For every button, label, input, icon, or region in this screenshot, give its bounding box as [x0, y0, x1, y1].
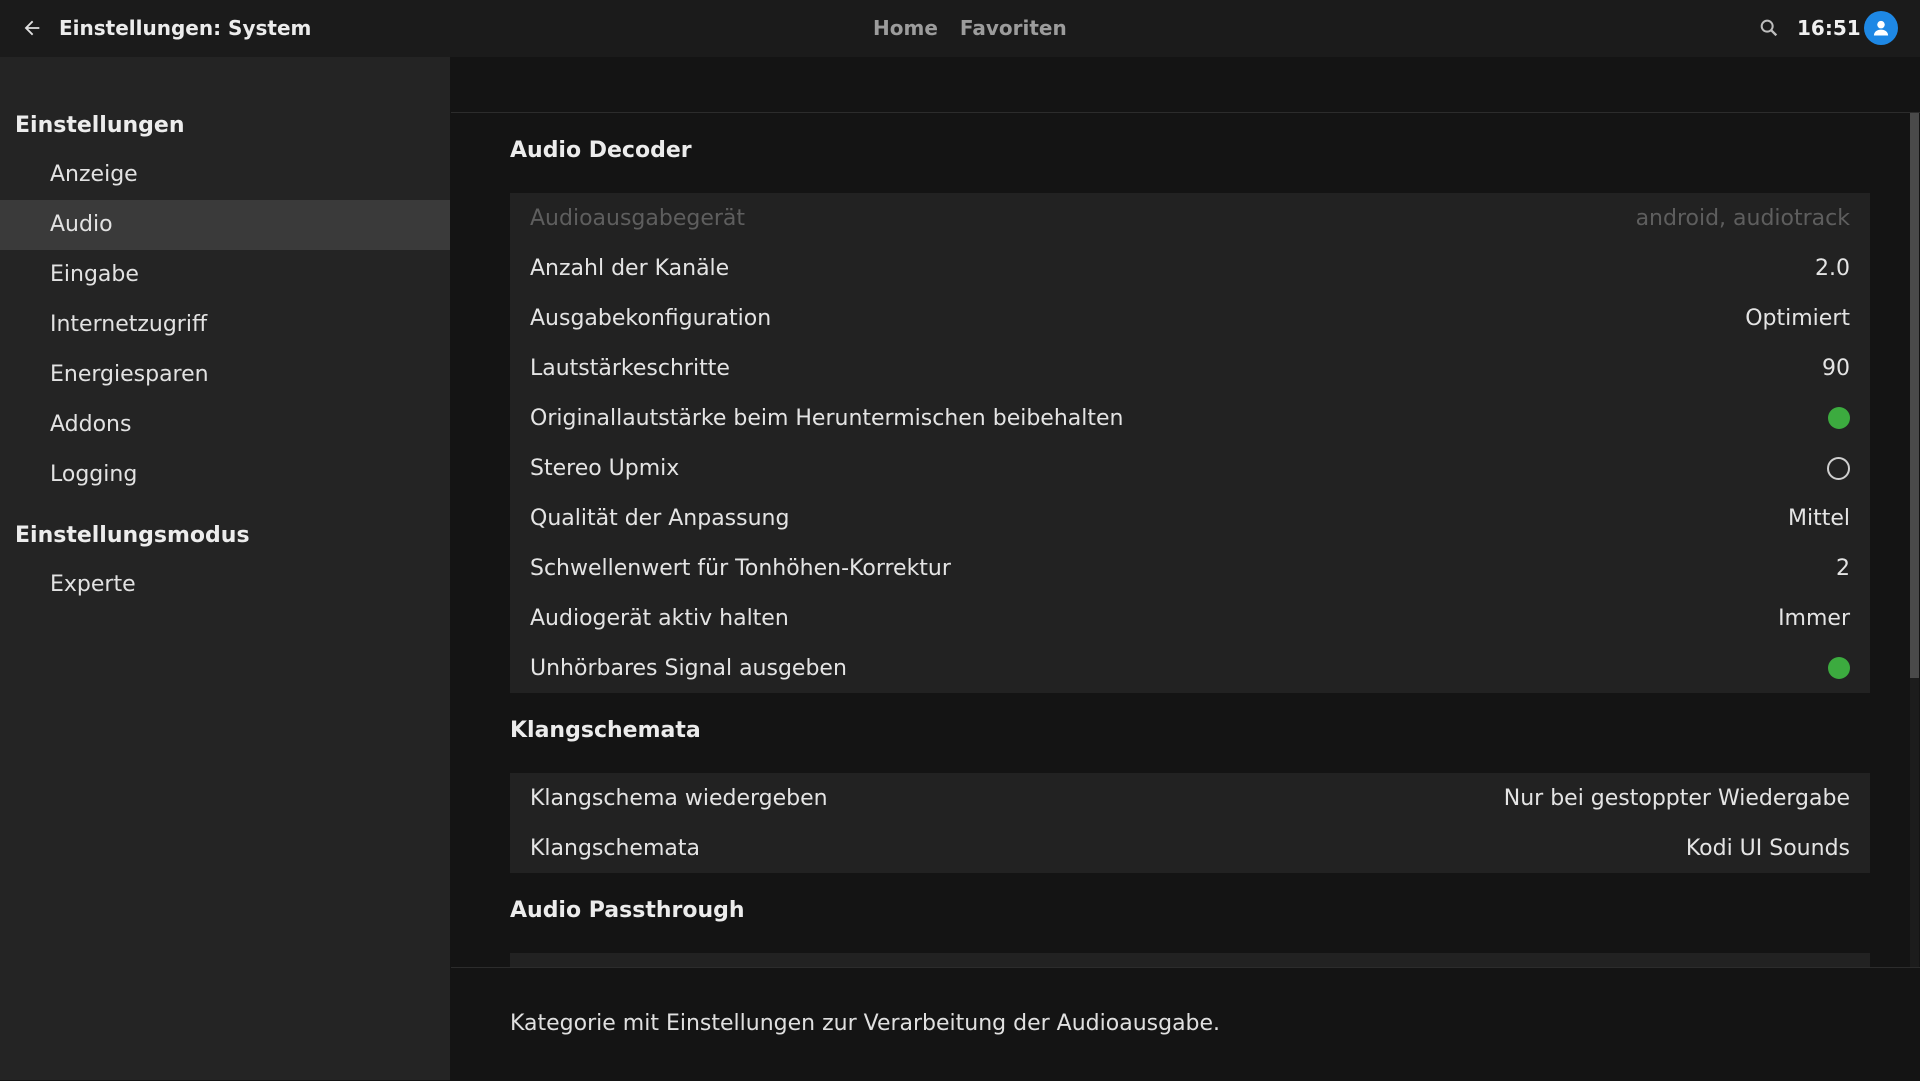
sidebar-item-label: Addons — [50, 412, 132, 437]
back-button[interactable] — [18, 14, 46, 42]
toggle-on-icon[interactable] — [1828, 407, 1850, 429]
setting-value: 2.0 — [1815, 255, 1850, 281]
setting-label: Originallautstärke beim Heruntermischen … — [530, 405, 1124, 431]
setting-row-keep-original-volume[interactable]: Originallautstärke beim Heruntermischen … — [510, 393, 1870, 443]
top-bar: Einstellungen: System Home Favoriten 16:… — [0, 0, 1920, 57]
setting-label: Klangschemata — [530, 835, 700, 861]
settings-panel-klangschemata: Klangschema wiedergeben Nur bei gestoppt… — [510, 773, 1870, 873]
search-button[interactable] — [1758, 17, 1780, 39]
sidebar-item-label: Energiesparen — [50, 362, 209, 387]
sidebar-item-internetzugriff[interactable]: Internetzugriff — [0, 300, 450, 350]
sidebar-item-energiesparen[interactable]: Energiesparen — [0, 350, 450, 400]
setting-label: Ausgabekonfiguration — [530, 305, 772, 331]
setting-row-volume-steps[interactable]: Lautstärkeschritte 90 — [510, 343, 1870, 393]
setting-row-sound-scheme[interactable]: Klangschemata Kodi UI Sounds — [510, 823, 1870, 873]
sidebar-item-label: Audio — [50, 212, 113, 237]
sidebar-group-settings: Einstellungen — [15, 113, 185, 138]
sidebar-item-logging[interactable]: Logging — [0, 450, 450, 500]
setting-label: Lautstärkeschritte — [530, 355, 730, 381]
setting-row-keep-device-alive[interactable]: Audiogerät aktiv halten Immer — [510, 593, 1870, 643]
setting-row-audio-output-device: Audioausgabegerät android, audiotrack — [510, 193, 1870, 243]
sidebar-item-anzeige[interactable]: Anzeige — [0, 150, 450, 200]
setting-value: Nur bei gestoppter Wiedergabe — [1503, 785, 1850, 811]
sidebar-item-label: Logging — [50, 462, 138, 487]
avatar[interactable] — [1864, 11, 1898, 45]
sidebar-item-label: Experte — [50, 572, 136, 597]
setting-label: Unhörbares Signal ausgeben — [530, 655, 847, 681]
clock: 16:51 — [1797, 16, 1861, 40]
sidebar-item-experte[interactable]: Experte — [0, 560, 450, 610]
setting-label: Anzahl der Kanäle — [530, 255, 730, 281]
section-title-klangschemata: Klangschemata — [510, 718, 701, 743]
settings-panel-audio-decoder: Audioausgabegerät android, audiotrack An… — [510, 193, 1870, 693]
toggle-off-icon[interactable] — [1827, 456, 1850, 480]
setting-value: 90 — [1822, 355, 1850, 381]
nav-favorites-link[interactable]: Favoriten — [960, 0, 1067, 57]
content-header-spacer — [451, 57, 1920, 113]
sidebar-item-label: Eingabe — [50, 262, 139, 287]
setting-label: Stereo Upmix — [530, 455, 680, 481]
setting-value: Immer — [1778, 605, 1850, 631]
arrow-left-icon — [24, 20, 40, 36]
user-icon — [1873, 20, 1889, 36]
setting-row-channels[interactable]: Anzahl der Kanäle 2.0 — [510, 243, 1870, 293]
setting-value: Kodi UI Sounds — [1685, 835, 1850, 861]
page-title: Einstellungen: System — [59, 16, 312, 40]
setting-row-play-gui-sounds[interactable]: Klangschema wiedergeben Nur bei gestoppt… — [510, 773, 1870, 823]
setting-row-resample-quality[interactable]: Qualität der Anpassung Mittel — [510, 493, 1870, 543]
settings-panel-audio-passthrough — [510, 953, 1870, 967]
settings-content: Audio Decoder Audioausgabegerät android,… — [451, 113, 1920, 967]
sidebar-item-audio[interactable]: Audio — [0, 200, 450, 250]
setting-row-inaudible-signal[interactable]: Unhörbares Signal ausgeben — [510, 643, 1870, 693]
setting-row-pitch-threshold[interactable]: Schwellenwert für Tonhöhen-Korrektur 2 — [510, 543, 1870, 593]
setting-value: Optimiert — [1745, 305, 1850, 331]
setting-label: Klangschema wiedergeben — [530, 785, 828, 811]
description-footer: Kategorie mit Einstellungen zur Verarbei… — [451, 967, 1920, 1081]
setting-value: 2 — [1836, 555, 1850, 581]
setting-label: Audioausgabegerät — [530, 205, 746, 231]
setting-label: Schwellenwert für Tonhöhen-Korrektur — [530, 555, 951, 581]
section-title-audio-decoder: Audio Decoder — [510, 138, 692, 163]
sidebar-item-label: Internetzugriff — [50, 312, 208, 337]
setting-label: Audiogerät aktiv halten — [530, 605, 789, 631]
setting-value: Mittel — [1788, 505, 1850, 531]
setting-row-stereo-upmix[interactable]: Stereo Upmix — [510, 443, 1870, 493]
nav-home-link[interactable]: Home — [873, 0, 938, 57]
sidebar-item-addons[interactable]: Addons — [0, 400, 450, 450]
toggle-on-icon[interactable] — [1828, 657, 1850, 679]
section-title-audio-passthrough: Audio Passthrough — [510, 898, 745, 923]
sidebar: Einstellungen Anzeige Audio Eingabe Inte… — [0, 57, 450, 1080]
setting-row-output-config[interactable]: Ausgabekonfiguration Optimiert — [510, 293, 1870, 343]
sidebar-item-eingabe[interactable]: Eingabe — [0, 250, 450, 300]
scrollbar-thumb[interactable] — [1910, 113, 1919, 678]
top-nav: Home Favoriten — [873, 0, 1067, 57]
search-icon — [1760, 19, 1778, 37]
scrollbar[interactable] — [1910, 113, 1919, 967]
setting-label: Qualität der Anpassung — [530, 505, 790, 531]
sidebar-item-label: Anzeige — [50, 162, 138, 187]
category-description: Kategorie mit Einstellungen zur Verarbei… — [510, 1011, 1221, 1036]
sidebar-group-mode: Einstellungsmodus — [15, 523, 250, 548]
setting-value: android, audiotrack — [1635, 205, 1850, 231]
